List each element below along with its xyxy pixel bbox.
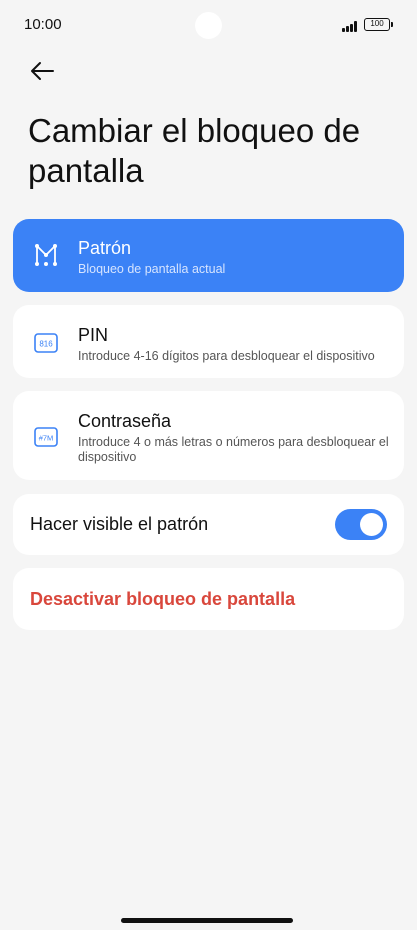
- option-sub: Bloqueo de pantalla actual: [78, 262, 226, 276]
- camera-cutout: [195, 12, 222, 39]
- option-label: Contraseña: [78, 411, 172, 431]
- disable-lock-label: Desactivar bloqueo de pantalla: [30, 589, 296, 609]
- battery-icon: 100: [364, 18, 393, 31]
- svg-text:816: 816: [39, 340, 53, 349]
- arrow-left-icon: [31, 62, 54, 80]
- option-sub: Introduce 4 o más letras o números para …: [78, 435, 389, 464]
- back-button[interactable]: [26, 56, 58, 86]
- option-password[interactable]: #7M Contraseña Introduce 4 o más letras …: [13, 391, 404, 480]
- option-pattern[interactable]: Patrón Bloqueo de pantalla actual: [13, 219, 404, 292]
- disable-lock-button[interactable]: Desactivar bloqueo de pantalla: [13, 568, 404, 630]
- pin-icon: 816: [34, 333, 58, 353]
- password-icon: #7M: [34, 427, 58, 447]
- battery-level: 100: [370, 19, 384, 28]
- pattern-icon: [35, 244, 57, 266]
- option-label: PIN: [78, 325, 109, 345]
- svg-text:#7M: #7M: [39, 434, 54, 443]
- toggle-knob: [360, 513, 383, 536]
- visible-pattern-toggle[interactable]: [335, 509, 387, 540]
- status-bar: 10:00 100: [0, 0, 417, 50]
- visible-pattern-label: Hacer visible el patrón: [30, 514, 209, 534]
- home-indicator[interactable]: [121, 918, 293, 923]
- page-title: Cambiar el bloqueo de pantalla: [28, 112, 361, 189]
- visible-pattern-row: Hacer visible el patrón: [13, 494, 404, 555]
- option-sub: Introduce 4-16 dígitos para desbloquear …: [78, 349, 375, 363]
- option-pin[interactable]: 816 PIN Introduce 4-16 dígitos para desb…: [13, 305, 404, 378]
- signal-icon: [342, 21, 360, 32]
- status-time: 10:00: [24, 16, 62, 33]
- option-label: Patrón: [78, 238, 132, 258]
